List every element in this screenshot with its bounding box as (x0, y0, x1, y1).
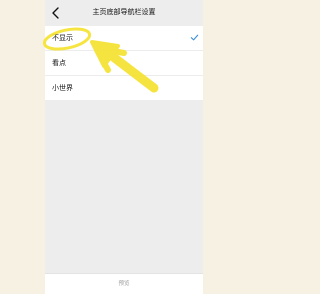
option-hide[interactable]: 不显示 (45, 26, 203, 51)
empty-area (45, 100, 203, 274)
option-label: 不显示 (52, 34, 73, 42)
preview-button[interactable]: 预览 (45, 273, 203, 294)
page-title: 主页底部导航栏设置 (92, 8, 156, 16)
option-kandian[interactable]: 看点 (45, 51, 203, 76)
settings-screen: 主页底部导航栏设置 不显示 看点 小世界 预览 (45, 0, 203, 294)
checkmark-icon (190, 34, 199, 41)
option-small-world[interactable]: 小世界 (45, 76, 203, 100)
option-label: 小世界 (52, 84, 73, 92)
navigation-bar: 主页底部导航栏设置 (45, 0, 203, 26)
option-label: 看点 (52, 59, 66, 67)
option-list: 不显示 看点 小世界 (45, 26, 203, 100)
